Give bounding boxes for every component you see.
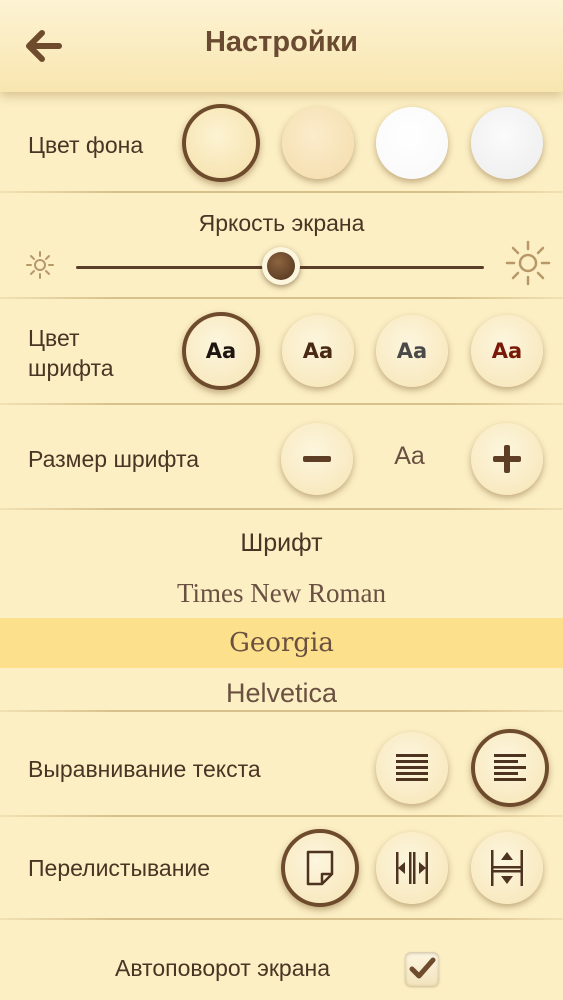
slider-knob-center — [267, 252, 295, 280]
divider — [0, 815, 563, 817]
vertical-scroll-icon — [491, 850, 523, 886]
brightness-slider-knob[interactable] — [262, 247, 300, 285]
font-color-label-line1: Цвет — [28, 325, 80, 351]
plus-icon — [493, 445, 521, 473]
minus-icon — [303, 456, 331, 462]
font-size-label: Размер шрифта — [28, 446, 200, 472]
horizontal-slide-button[interactable] — [376, 832, 448, 904]
background-swatch-cream[interactable] — [182, 104, 260, 182]
autorotate-checkbox[interactable] — [405, 952, 439, 986]
background-swatch-peach[interactable] — [282, 107, 354, 179]
page-title: Настройки — [204, 26, 358, 58]
sun-small-icon — [26, 251, 54, 279]
vertical-scroll-button[interactable] — [471, 832, 543, 904]
font-color-sample: Aa — [205, 339, 237, 363]
font-color-sample: Aa — [302, 339, 334, 363]
align-left-button[interactable] — [471, 729, 549, 807]
justify-icon — [396, 754, 428, 781]
horizontal-slide-icon — [396, 852, 428, 884]
divider — [0, 918, 563, 920]
font-option-times[interactable]: Times New Roman — [0, 568, 563, 618]
increase-font-size-button[interactable] — [471, 423, 543, 495]
font-color-gray[interactable]: Aa — [376, 315, 448, 387]
autorotate-label: Автоповорот экрана — [115, 955, 330, 981]
font-option-georgia[interactable]: Georgia — [0, 618, 563, 668]
background-color-label: Цвет фона — [28, 132, 144, 158]
sun-large-icon — [505, 240, 551, 286]
page-curl-icon — [306, 850, 334, 886]
background-swatch-white[interactable] — [376, 107, 448, 179]
decrease-font-size-button[interactable] — [281, 423, 353, 495]
settings-screen: Настройки Цвет фона Яркость экрана Цвет — [0, 0, 563, 1000]
font-size-sample: Aa — [394, 442, 425, 470]
font-color-red[interactable]: Aa — [471, 315, 543, 387]
font-color-sample: Aa — [396, 339, 428, 363]
align-left-icon — [494, 754, 526, 781]
font-color-black[interactable]: Aa — [182, 312, 260, 390]
font-color-label-line2: шрифта — [28, 355, 114, 381]
font-color-brown[interactable]: Aa — [282, 315, 354, 387]
brightness-label: Яркость экрана — [198, 210, 365, 236]
divider — [0, 403, 563, 405]
background-swatch-textured-white[interactable] — [471, 107, 543, 179]
font-color-sample: Aa — [491, 339, 523, 363]
page-curl-button[interactable] — [281, 829, 359, 907]
divider — [0, 710, 563, 712]
checkmark-icon — [409, 957, 436, 979]
divider — [0, 508, 563, 510]
divider — [0, 191, 563, 193]
font-label: Шрифт — [240, 529, 323, 557]
nav-bar: Настройки — [0, 0, 563, 92]
divider — [0, 297, 563, 299]
page-turning-label: Перелистывание — [28, 855, 211, 881]
align-justify-button[interactable] — [376, 732, 448, 804]
text-alignment-label: Выравнивание текста — [28, 756, 261, 782]
font-color-label: Цвет шрифта — [28, 323, 114, 383]
